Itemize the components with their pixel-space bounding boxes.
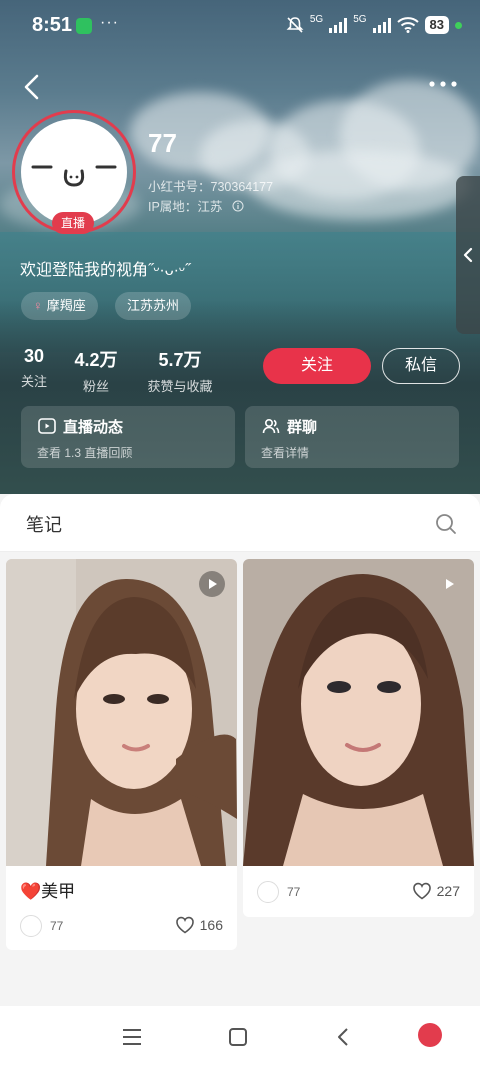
stat-likes-value: 5.7万 [158,350,202,370]
tab-notes[interactable]: 笔记 [26,511,62,537]
note-card[interactable]: ❤️美甲 77 166 [6,559,237,950]
status-time: 8:51 [32,14,73,36]
like-button[interactable]: 166 [175,916,223,934]
ip-location-line: IP属地：江苏 [148,196,244,215]
stat-following-label: 关注 [20,374,47,389]
chevron-left-icon [463,247,473,263]
stat-followers-label: 粉丝 [82,379,109,394]
avatar [21,119,127,225]
live-badge[interactable]: 直播 [52,212,94,234]
mute-icon [286,17,304,33]
live-activity-title: 直播动态 [63,419,124,436]
wechat-notification-icon [76,18,92,34]
privacy-indicator-dot [455,21,462,29]
stat-following-value: 30 [23,346,45,366]
group-icon [262,418,280,434]
status-more-indicator: ··· [100,14,119,31]
female-icon: ♀ [33,298,43,313]
signal-icon-2 [372,17,391,33]
live-activity-subtitle: 查看 1.3 直播回顾 [37,446,133,460]
group-chat-card[interactable]: 群聊 查看详情 [245,406,459,468]
kaomoji-face-icon [31,165,117,187]
stat-likes-saves[interactable]: 5.7万 获赞与收藏 [144,346,216,395]
author-avatar [20,915,42,937]
notes-panel: 笔记 ❤️美甲 77 166 77 227 [0,494,480,1006]
video-play-icon [199,571,225,597]
profile-bio: 欢迎登陆我的视角˝ᵕ·ᴗ·ᵕ˝ [20,262,191,279]
note-cover-image [6,559,237,866]
note-title: ❤️美甲 [20,882,76,901]
heart-icon [175,916,194,934]
system-navigation-bar [0,1006,480,1068]
message-button[interactable]: 私信 [382,348,460,384]
stat-following[interactable]: 30 关注 [20,346,48,390]
author-name: 77 [287,885,301,899]
network-type-1: 5G [309,13,324,25]
tag-location-label: 江苏苏州 [127,298,180,313]
back-triangle-icon[interactable] [332,1025,356,1049]
live-play-icon [38,418,56,434]
heart-icon [412,882,431,900]
menu-icon[interactable] [120,1025,144,1049]
more-options-icon[interactable] [428,76,458,92]
back-arrow-icon[interactable] [20,72,44,102]
author-avatar [257,881,279,903]
profile-nickname: 77 [148,128,177,158]
note-cover-image [243,559,474,866]
like-count: 227 [436,883,460,899]
user-id-value: 730364177 [210,180,274,194]
notes-header: 笔记 [0,494,480,552]
note-author[interactable]: 77 [20,915,63,937]
home-square-icon[interactable] [226,1025,250,1049]
ip-label: IP属地： [148,200,198,214]
floating-record-dot[interactable] [418,1023,442,1047]
like-button[interactable]: 227 [412,882,460,900]
stat-likes-label: 获赞与收藏 [147,379,213,394]
note-author[interactable]: 77 [257,881,300,903]
group-chat-subtitle: 查看详情 [261,446,310,460]
tag-zodiac-label: 摩羯座 [46,298,86,313]
live-activity-card[interactable]: 直播动态 查看 1.3 直播回顾 [21,406,235,468]
tag-zodiac[interactable]: ♀ 摩羯座 [21,292,98,320]
user-id-line: 小红书号：730364177 [148,176,273,195]
search-icon[interactable] [434,512,458,536]
info-icon[interactable] [232,200,244,212]
wifi-icon [396,17,419,33]
video-play-icon [436,571,462,597]
follow-button[interactable]: 关注 [263,348,371,384]
stat-followers-value: 4.2万 [74,350,118,370]
author-name: 77 [50,919,64,933]
battery-level: 83 [424,16,449,34]
status-bar: 8:51 ··· 5G 5G 83 [0,0,480,54]
network-type-2: 5G [353,13,367,25]
group-chat-title: 群聊 [287,419,318,436]
like-count: 166 [199,917,223,933]
ip-value: 江苏 [197,200,223,214]
note-card[interactable]: 77 227 [243,559,474,917]
user-id-label: 小红书号： [148,180,211,194]
stat-followers[interactable]: 4.2万 粉丝 [72,346,120,395]
signal-icon [329,17,348,33]
tag-location[interactable]: 江苏苏州 [115,292,192,320]
side-drawer-handle[interactable] [456,176,480,334]
